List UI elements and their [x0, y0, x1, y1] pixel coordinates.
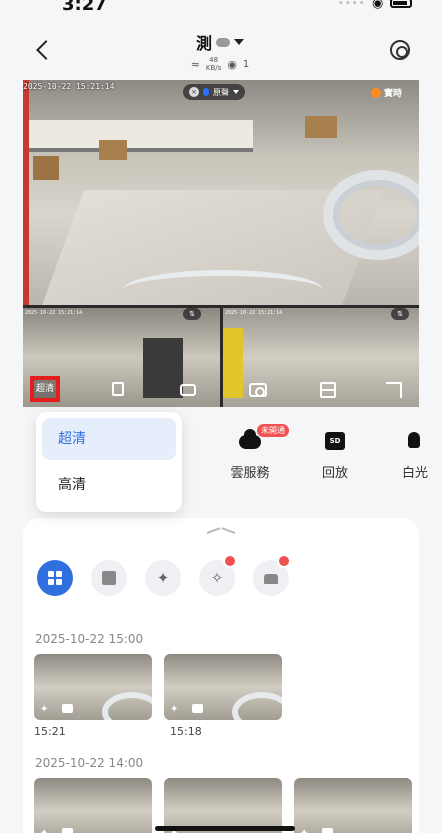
image-icon	[322, 828, 333, 833]
camera-icon	[249, 383, 267, 397]
sd-card-icon: SD	[325, 432, 345, 450]
event-filters: ✦ ✧	[37, 554, 291, 596]
realtime-label: 實時	[384, 89, 403, 99]
eye-icon: ◉	[227, 57, 237, 71]
record-button[interactable]	[173, 376, 203, 404]
wifi-icon: ≈	[190, 57, 200, 71]
cloud-status-icon	[216, 37, 230, 47]
white-light-button[interactable]: 白光	[388, 430, 442, 481]
page-title: 測	[195, 34, 212, 53]
viewer-count: 1	[242, 58, 250, 70]
lock-icon	[277, 554, 291, 568]
battery-icon	[390, 0, 412, 8]
home-indicator	[155, 826, 295, 831]
settings-button[interactable]	[388, 38, 412, 62]
image-icon	[102, 571, 116, 585]
clock-icon	[371, 87, 381, 98]
main-camera-view[interactable]: 2025-10-22 15:21:14 × 原聲 實時	[23, 80, 419, 305]
image-icon	[192, 704, 203, 713]
app-screen: 3:27 •••• ◉ 測 ≈ 48 KB/s ◉ 1 2025-10-22 1…	[0, 0, 442, 833]
event-date-header: 2025-10-22 15:00	[35, 632, 144, 646]
status-time: 3:27	[62, 0, 107, 15]
sheet-handle[interactable]	[207, 526, 235, 538]
scene-desk	[23, 120, 253, 152]
scene-box	[33, 156, 59, 180]
event-sheet: ✦ ✧ 2025-10-22 15:00 ✦ 15:21 ✦ 15:18 202…	[23, 518, 419, 833]
car-icon	[264, 574, 278, 584]
event-thumbnail[interactable]: ✦	[34, 778, 152, 833]
quality-option-ultra[interactable]: 超清	[42, 418, 176, 460]
status-badge: 未開通	[257, 424, 289, 437]
image-icon	[62, 704, 73, 713]
running-person-icon: ✦	[40, 704, 49, 715]
close-icon[interactable]: ×	[189, 87, 199, 97]
wifi-icon: ◉	[372, 0, 384, 11]
mute-button[interactable]	[103, 376, 133, 404]
microphone-icon	[203, 88, 209, 96]
speaker-mute-icon	[112, 382, 124, 396]
chevron-down-icon	[233, 90, 239, 94]
speed-value: 48	[209, 56, 219, 64]
cloud-service-label: 雲服務	[230, 466, 270, 481]
scene-yellow-object	[223, 328, 243, 398]
layout-icon	[320, 382, 336, 398]
running-person-icon: ✦	[156, 569, 170, 587]
event-time: 15:21	[34, 725, 66, 738]
event-thumbnail[interactable]: ✦	[164, 778, 282, 833]
scene-cable-coil	[102, 692, 152, 720]
filter-all-button[interactable]	[37, 560, 73, 596]
playback-button[interactable]: SD 回放	[305, 430, 365, 481]
video-timestamp: 2025-10-22 15:21:14	[23, 82, 115, 91]
audio-control-pill[interactable]: × 原聲	[183, 84, 245, 100]
header: 測 ≈ 48 KB/s ◉ 1	[0, 24, 442, 80]
device-title-area[interactable]: 測 ≈ 48 KB/s ◉ 1	[160, 30, 280, 72]
event-thumbnail[interactable]: ✦	[294, 778, 412, 833]
filter-pet-button[interactable]: ✧	[199, 554, 237, 596]
playback-label: 回放	[321, 466, 348, 481]
running-person-icon: ✦	[300, 828, 308, 833]
filter-vehicle-button[interactable]	[253, 554, 291, 596]
cloud-service-button[interactable]: 未開通 雲服務	[220, 424, 289, 481]
video-record-icon	[180, 384, 196, 396]
event-time: 15:18	[170, 725, 202, 738]
scene-box	[305, 116, 337, 138]
scene-red-stripe	[23, 80, 29, 305]
scene-cable-coil	[232, 692, 282, 720]
filter-motion-button[interactable]: ✦	[145, 560, 181, 596]
screenshot-button[interactable]	[243, 376, 273, 404]
status-bar: 3:27 •••• ◉	[0, 0, 442, 24]
layout-button[interactable]	[313, 376, 343, 404]
quality-button[interactable]: 超清	[30, 376, 60, 402]
image-icon	[62, 828, 73, 833]
pet-icon: ✧	[210, 569, 224, 587]
realtime-indicator[interactable]: 實時	[371, 86, 402, 99]
speed-unit: KB/s	[205, 64, 222, 72]
cloud-icon	[239, 429, 261, 449]
running-person-icon: ✦	[40, 828, 48, 833]
quality-option-high[interactable]: 高清	[42, 464, 176, 506]
network-speed: 48 KB/s	[206, 56, 221, 72]
expand-icon	[386, 382, 402, 398]
signal-icon: ••••	[338, 0, 366, 9]
light-bulb-icon	[408, 432, 420, 448]
event-thumbnail[interactable]: ✦	[164, 654, 282, 720]
back-button[interactable]	[34, 38, 54, 62]
filter-image-button[interactable]	[91, 560, 127, 596]
grid-icon	[48, 571, 62, 585]
gear-icon	[390, 40, 410, 60]
white-light-label: 白光	[402, 466, 429, 481]
running-person-icon: ✦	[170, 704, 179, 715]
lock-icon	[223, 554, 237, 568]
audio-mode-label: 原聲	[213, 87, 229, 97]
video-toolbar: 超清	[23, 300, 419, 402]
chevron-down-icon	[234, 39, 244, 45]
scene-box	[99, 140, 127, 160]
quality-dropdown: 超清 高清	[36, 412, 182, 512]
live-video-player[interactable]: 2025-10-22 15:21:14 × 原聲 實時 2025-10-22 1…	[23, 80, 419, 407]
fullscreen-button[interactable]	[379, 376, 409, 404]
event-date-header: 2025-10-22 14:00	[35, 756, 144, 770]
event-thumbnail[interactable]: ✦	[34, 654, 152, 720]
